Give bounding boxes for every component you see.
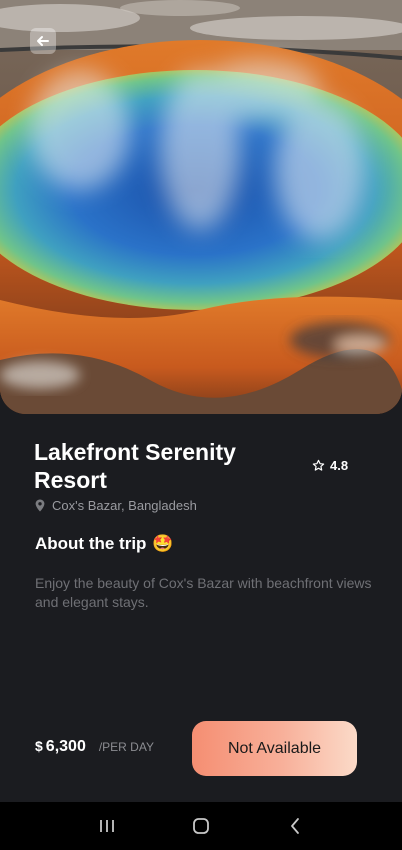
trip-description: Enjoy the beauty of Cox's Bazar with bea… (35, 575, 372, 610)
hero-image (0, 0, 402, 414)
price-currency: $ (35, 738, 43, 754)
location-text: Cox's Bazar, Bangladesh (52, 498, 197, 513)
rating-value: 4.8 (330, 458, 349, 473)
star-struck-emoji: 🤩 (152, 534, 174, 553)
about-heading-text: About the trip (35, 534, 147, 553)
back-button[interactable] (30, 28, 56, 54)
recents-icon (100, 820, 114, 832)
price-amount: 6,300 (45, 738, 86, 755)
hot-spring-illustration (0, 0, 402, 414)
system-back-button[interactable] (280, 811, 310, 841)
location-pin-icon (35, 499, 45, 512)
home-button[interactable] (186, 811, 216, 841)
star-icon (312, 459, 325, 471)
location: Cox's Bazar, Bangladesh (35, 498, 197, 513)
price-period: /PER DAY (98, 740, 154, 754)
about-heading: About the trip 🤩 (35, 534, 174, 554)
availability-button[interactable]: Not Available (192, 721, 357, 776)
resort-name: Lakefront Serenity Resort (34, 439, 236, 493)
home-icon (193, 818, 209, 834)
rating: 4.8 (312, 458, 348, 473)
system-navigation-bar (0, 802, 402, 850)
recents-button[interactable] (92, 811, 122, 841)
back-icon (291, 818, 299, 834)
arrow-left-icon (37, 36, 49, 46)
price: $ 6,300 /PER DAY (35, 738, 154, 756)
